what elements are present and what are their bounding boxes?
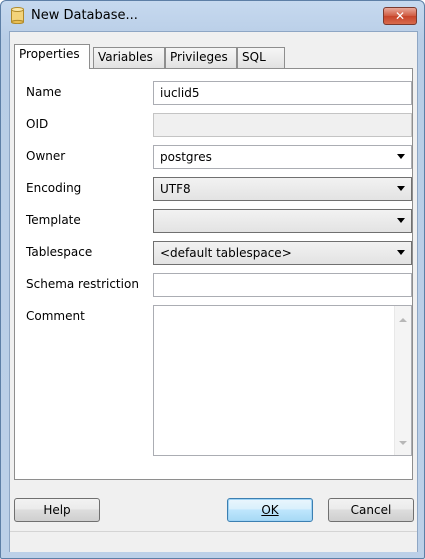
- comment-textarea[interactable]: [153, 305, 412, 456]
- tab-privileges-label: Privileges: [170, 50, 228, 64]
- template-dropdown[interactable]: [153, 209, 412, 233]
- tablespace-dropdown[interactable]: <default tablespace>: [153, 241, 412, 265]
- tab-sql-label: SQL: [242, 50, 266, 64]
- tab-properties[interactable]: Properties: [14, 44, 90, 69]
- database-cylinder-icon: [11, 7, 24, 24]
- comment-label: Comment: [26, 309, 85, 323]
- tablespace-value: <default tablespace>: [160, 246, 292, 260]
- dialog-window: New Database... ✕ Properties Variables P…: [0, 0, 425, 559]
- chevron-down-icon[interactable]: [397, 186, 405, 191]
- chevron-down-icon[interactable]: [397, 250, 405, 255]
- schema-restriction-input[interactable]: [153, 273, 412, 297]
- template-label: Template: [26, 213, 81, 227]
- ok-button[interactable]: OK: [227, 498, 313, 522]
- name-input[interactable]: iuclid5: [153, 81, 412, 105]
- ok-button-label: OK: [261, 503, 279, 517]
- owner-label: Owner: [26, 149, 66, 163]
- encoding-dropdown[interactable]: UTF8: [153, 177, 412, 201]
- close-button[interactable]: ✕: [383, 7, 417, 25]
- cancel-button[interactable]: Cancel: [328, 498, 414, 522]
- oid-label: OID: [26, 117, 49, 131]
- comment-scrollbar[interactable]: [394, 306, 411, 455]
- tab-variables[interactable]: Variables: [93, 47, 165, 68]
- help-button[interactable]: Help: [14, 498, 100, 522]
- chevron-down-icon[interactable]: [397, 218, 405, 223]
- tab-properties-label: Properties: [19, 47, 80, 61]
- oid-input: [153, 113, 412, 137]
- chevron-down-icon[interactable]: [397, 154, 405, 159]
- close-icon: ✕: [394, 9, 406, 23]
- owner-value: postgres: [160, 150, 212, 164]
- dialog-client-area: Properties Variables Privileges SQL Name…: [9, 31, 418, 552]
- help-button-label: Help: [43, 503, 71, 517]
- schema-restriction-label: Schema restriction: [26, 277, 139, 291]
- encoding-label: Encoding: [26, 181, 82, 195]
- status-bar: [10, 531, 417, 552]
- properties-panel: Name iuclid5 OID Owner postgres Encoding…: [14, 68, 413, 480]
- title-bar[interactable]: New Database... ✕: [1, 1, 424, 31]
- tab-privileges[interactable]: Privileges: [165, 47, 237, 68]
- scroll-up-icon[interactable]: [399, 318, 407, 322]
- cancel-button-label: Cancel: [350, 503, 392, 517]
- owner-dropdown[interactable]: postgres: [153, 145, 412, 169]
- scroll-down-icon[interactable]: [399, 441, 407, 445]
- name-label: Name: [26, 85, 62, 99]
- encoding-value: UTF8: [160, 182, 191, 196]
- tablespace-label: Tablespace: [26, 245, 93, 259]
- tab-variables-label: Variables: [98, 50, 153, 64]
- window-title: New Database...: [31, 8, 138, 23]
- tab-sql[interactable]: SQL: [237, 47, 285, 68]
